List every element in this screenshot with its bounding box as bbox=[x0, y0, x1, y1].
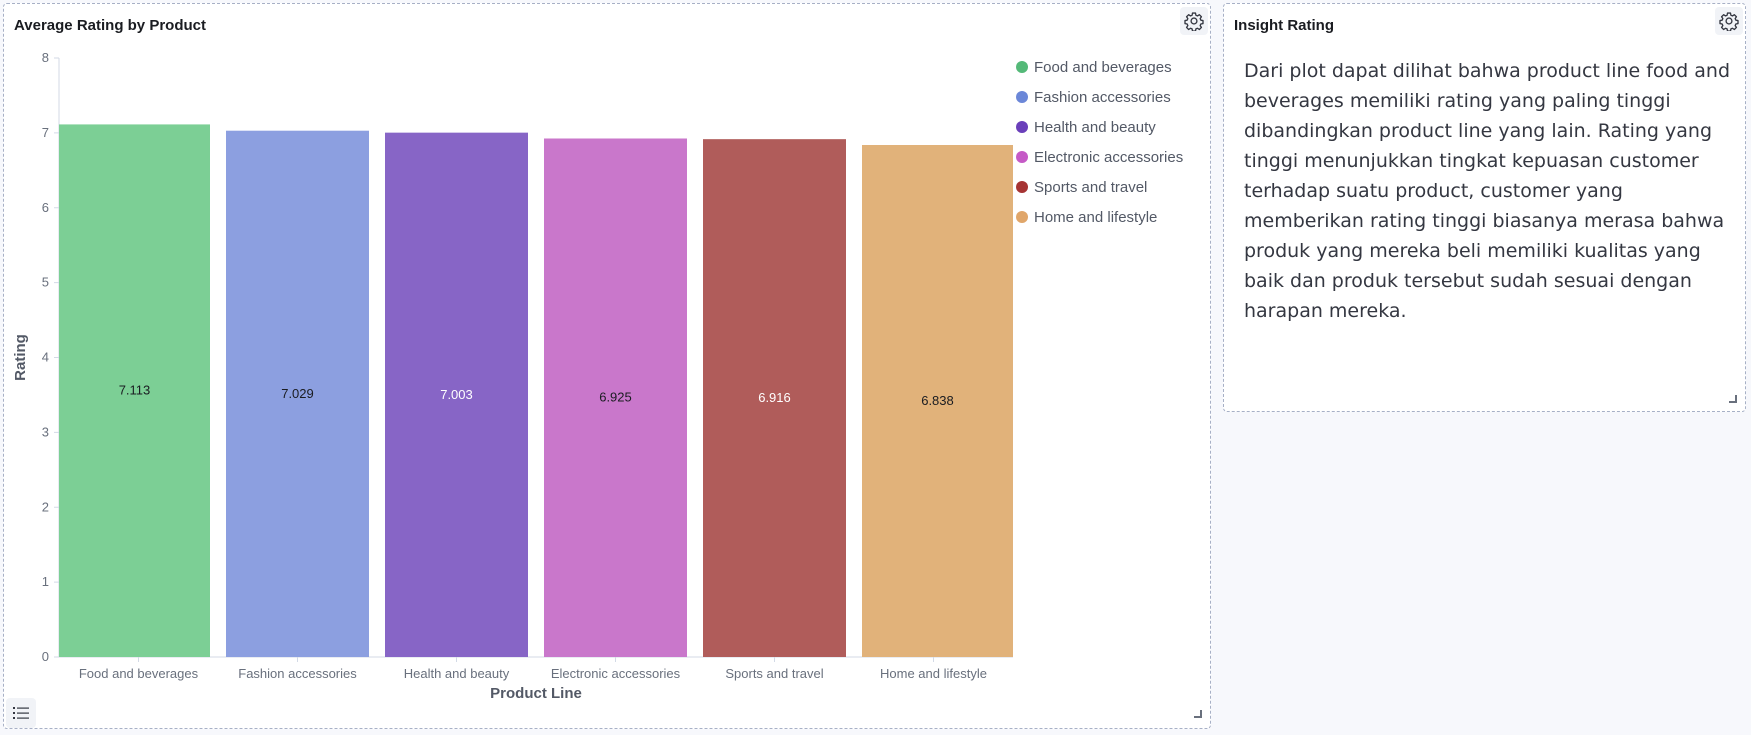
x-tick-label: Health and beauty bbox=[404, 666, 510, 681]
legend-item[interactable]: Fashion accessories bbox=[1016, 82, 1183, 112]
insight-text: Dari plot dapat dilihat bahwa product li… bbox=[1244, 60, 1731, 322]
bar-value-label: 7.113 bbox=[119, 383, 151, 398]
x-tick-label: Fashion accessories bbox=[238, 666, 357, 681]
list-icon bbox=[13, 707, 29, 719]
y-tick-label: 0 bbox=[42, 649, 49, 664]
legend-item[interactable]: Home and lifestyle bbox=[1016, 202, 1183, 232]
legend-item[interactable]: Food and beverages bbox=[1016, 52, 1183, 82]
chart-resize-handle[interactable] bbox=[1194, 710, 1202, 718]
x-tick-label: Food and beverages bbox=[79, 666, 199, 681]
y-tick-label: 8 bbox=[42, 50, 49, 65]
bar-value-label: 6.838 bbox=[921, 393, 954, 408]
y-tick-label: 5 bbox=[42, 275, 49, 290]
bar-value-label: 6.916 bbox=[758, 390, 791, 405]
legend-toggle-button[interactable] bbox=[6, 698, 36, 728]
legend-item[interactable]: Sports and travel bbox=[1016, 172, 1183, 202]
legend-color-dot bbox=[1016, 91, 1028, 103]
x-tick-label: Electronic accessories bbox=[551, 666, 681, 681]
y-tick-label: 7 bbox=[42, 125, 49, 140]
legend-label: Home and lifestyle bbox=[1034, 208, 1158, 226]
insight-panel: Insight Rating Dari plot dapat dilihat b… bbox=[1223, 3, 1746, 412]
y-tick-label: 3 bbox=[42, 424, 49, 439]
legend-color-dot bbox=[1016, 181, 1028, 193]
y-tick-label: 4 bbox=[42, 350, 49, 365]
legend-item[interactable]: Electronic accessories bbox=[1016, 142, 1183, 172]
insight-resize-handle[interactable] bbox=[1729, 395, 1737, 403]
legend-label: Electronic accessories bbox=[1034, 148, 1184, 166]
insight-panel-title: Insight Rating bbox=[1234, 17, 1334, 34]
legend-label: Fashion accessories bbox=[1034, 88, 1171, 106]
y-tick-label: 1 bbox=[42, 574, 49, 589]
legend-color-dot bbox=[1016, 151, 1028, 163]
chart-legend: Food and beverages Fashion accessories Hea… bbox=[1016, 52, 1183, 232]
x-axis-title: Product Line bbox=[490, 685, 582, 702]
legend-label: Sports and travel bbox=[1034, 178, 1148, 196]
x-tick-label: Home and lifestyle bbox=[880, 666, 987, 681]
bar-value-label: 7.003 bbox=[440, 387, 473, 402]
chart-panel: Average Rating by Product 0 1 2 3 4 5 6 7 8 Ratin… bbox=[3, 3, 1211, 729]
bar-value-label: 6.925 bbox=[599, 390, 632, 405]
gear-icon bbox=[1719, 12, 1739, 31]
insight-settings-button[interactable] bbox=[1715, 7, 1743, 35]
y-axis-title: Rating bbox=[12, 334, 29, 381]
legend-label: Health and beauty bbox=[1034, 118, 1156, 136]
legend-item[interactable]: Health and beauty bbox=[1016, 112, 1183, 142]
y-tick-label: 6 bbox=[42, 200, 49, 215]
legend-color-dot bbox=[1016, 121, 1028, 133]
legend-color-dot bbox=[1016, 211, 1028, 223]
legend-label: Food and beverages bbox=[1034, 58, 1172, 76]
x-tick-label: Sports and travel bbox=[725, 666, 823, 681]
legend-color-dot bbox=[1016, 61, 1028, 73]
y-tick-label: 2 bbox=[42, 499, 49, 514]
bar-value-label: 7.029 bbox=[281, 386, 314, 401]
